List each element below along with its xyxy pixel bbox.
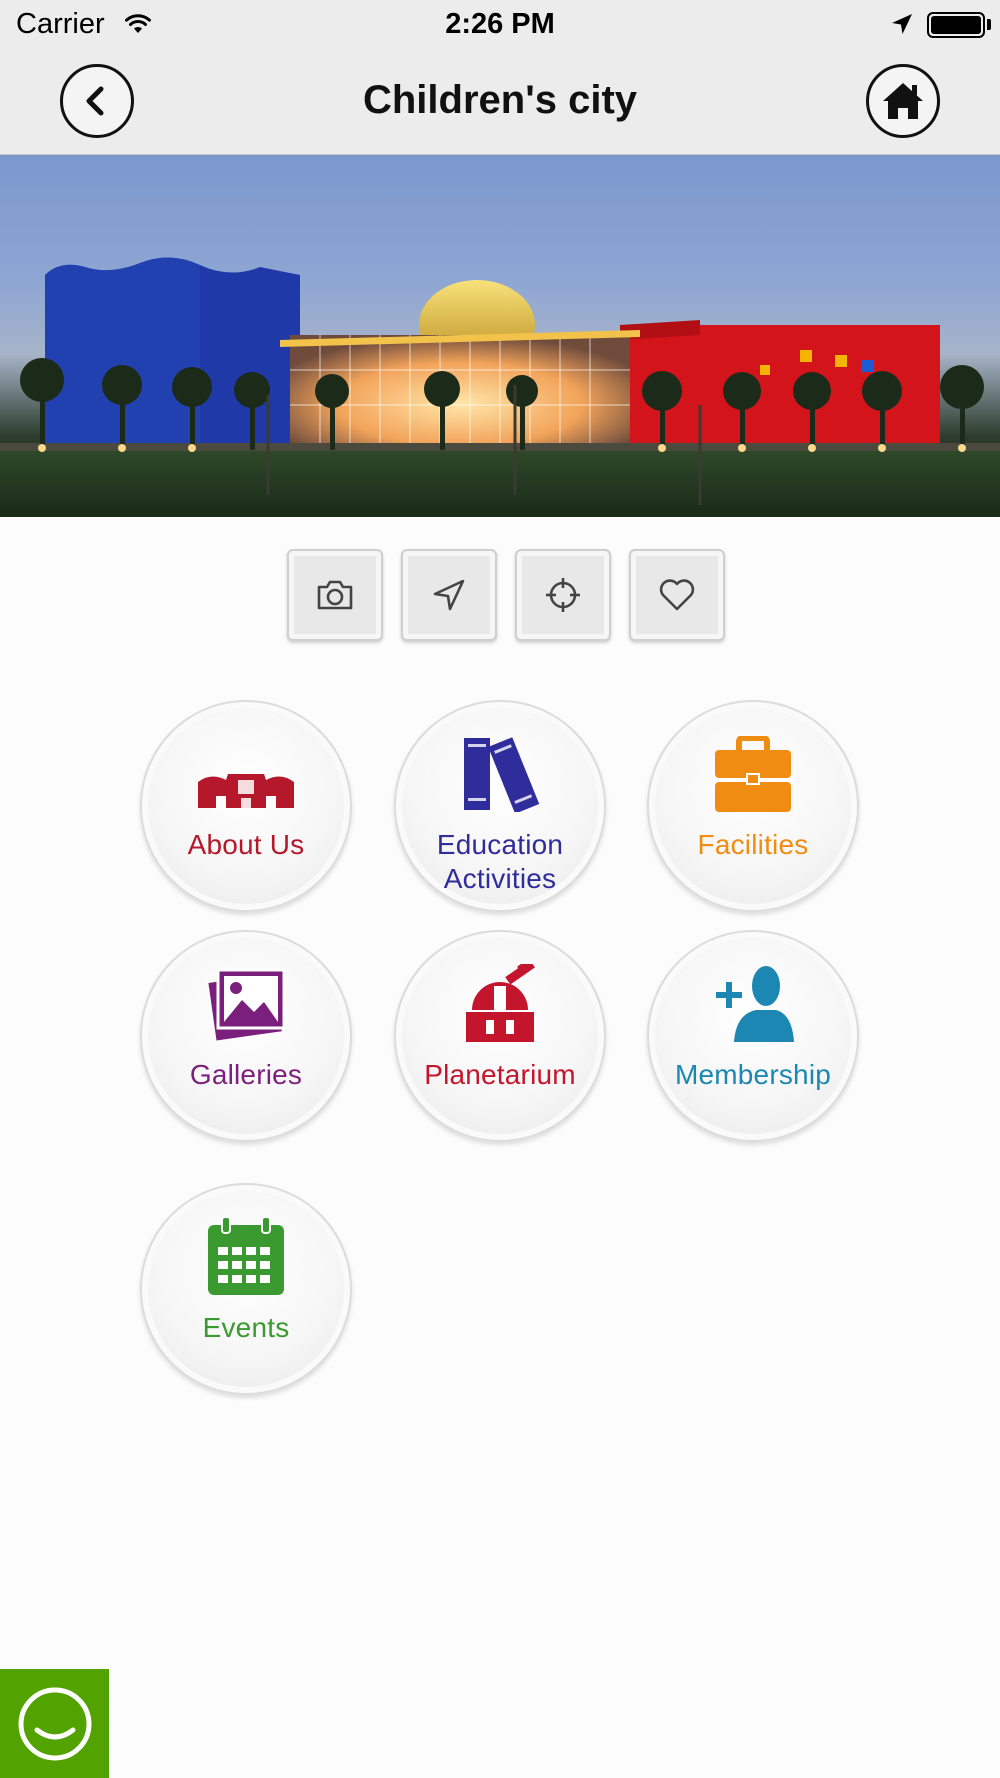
status-bar: Carrier 2:26 PM <box>0 0 1000 50</box>
locate-button[interactable] <box>515 549 611 641</box>
education-activities-button[interactable]: Education Activities <box>394 700 606 912</box>
about-us-button[interactable]: About Us <box>140 700 352 912</box>
navigate-button[interactable] <box>401 549 497 641</box>
events-button[interactable]: Events <box>140 1183 352 1395</box>
briefcase-icon <box>715 736 791 812</box>
building-photo-illustration <box>0 257 1000 517</box>
observatory-icon <box>466 964 535 1042</box>
facilities-label: Facilities <box>697 829 809 860</box>
camera-button[interactable] <box>287 549 383 641</box>
planetarium-label: Planetarium <box>424 1059 576 1090</box>
favorite-button[interactable] <box>629 549 725 641</box>
education-activities-label: Education Activities <box>396 828 604 896</box>
location-arrow-icon <box>892 14 912 34</box>
heart-icon <box>659 579 695 611</box>
crosshair-icon <box>546 578 580 612</box>
add-user-icon <box>716 966 794 1042</box>
membership-label: Membership <box>674 1059 832 1090</box>
action-bar <box>287 549 725 641</box>
page-title: Children's city <box>362 78 638 122</box>
about-us-label: About Us <box>187 829 305 860</box>
events-label: Events <box>202 1312 290 1343</box>
chat-button[interactable] <box>0 1669 109 1778</box>
status-time: 2:26 PM <box>445 8 555 40</box>
building-icon <box>198 774 294 808</box>
facilities-button[interactable]: Facilities <box>647 700 859 912</box>
galleries-button[interactable]: Galleries <box>140 930 352 1142</box>
calendar-icon <box>208 1217 284 1295</box>
photos-icon <box>208 968 286 1041</box>
navigation-bar: Children's city <box>0 50 1000 155</box>
home-icon <box>883 83 923 119</box>
chat-smile-icon <box>18 1687 91 1760</box>
camera-icon <box>317 580 353 610</box>
battery-icon <box>927 12 985 38</box>
books-icon <box>464 737 540 812</box>
galleries-label: Galleries <box>189 1059 303 1090</box>
navigation-arrow-icon <box>433 579 465 611</box>
education-label-line2: Activities <box>443 863 557 894</box>
hero-image <box>0 155 1000 517</box>
education-label-line1: Education <box>436 829 564 860</box>
planetarium-button[interactable]: Planetarium <box>394 930 606 1142</box>
battery-tip <box>987 19 991 30</box>
home-button[interactable] <box>866 64 940 138</box>
membership-button[interactable]: Membership <box>647 930 859 1142</box>
